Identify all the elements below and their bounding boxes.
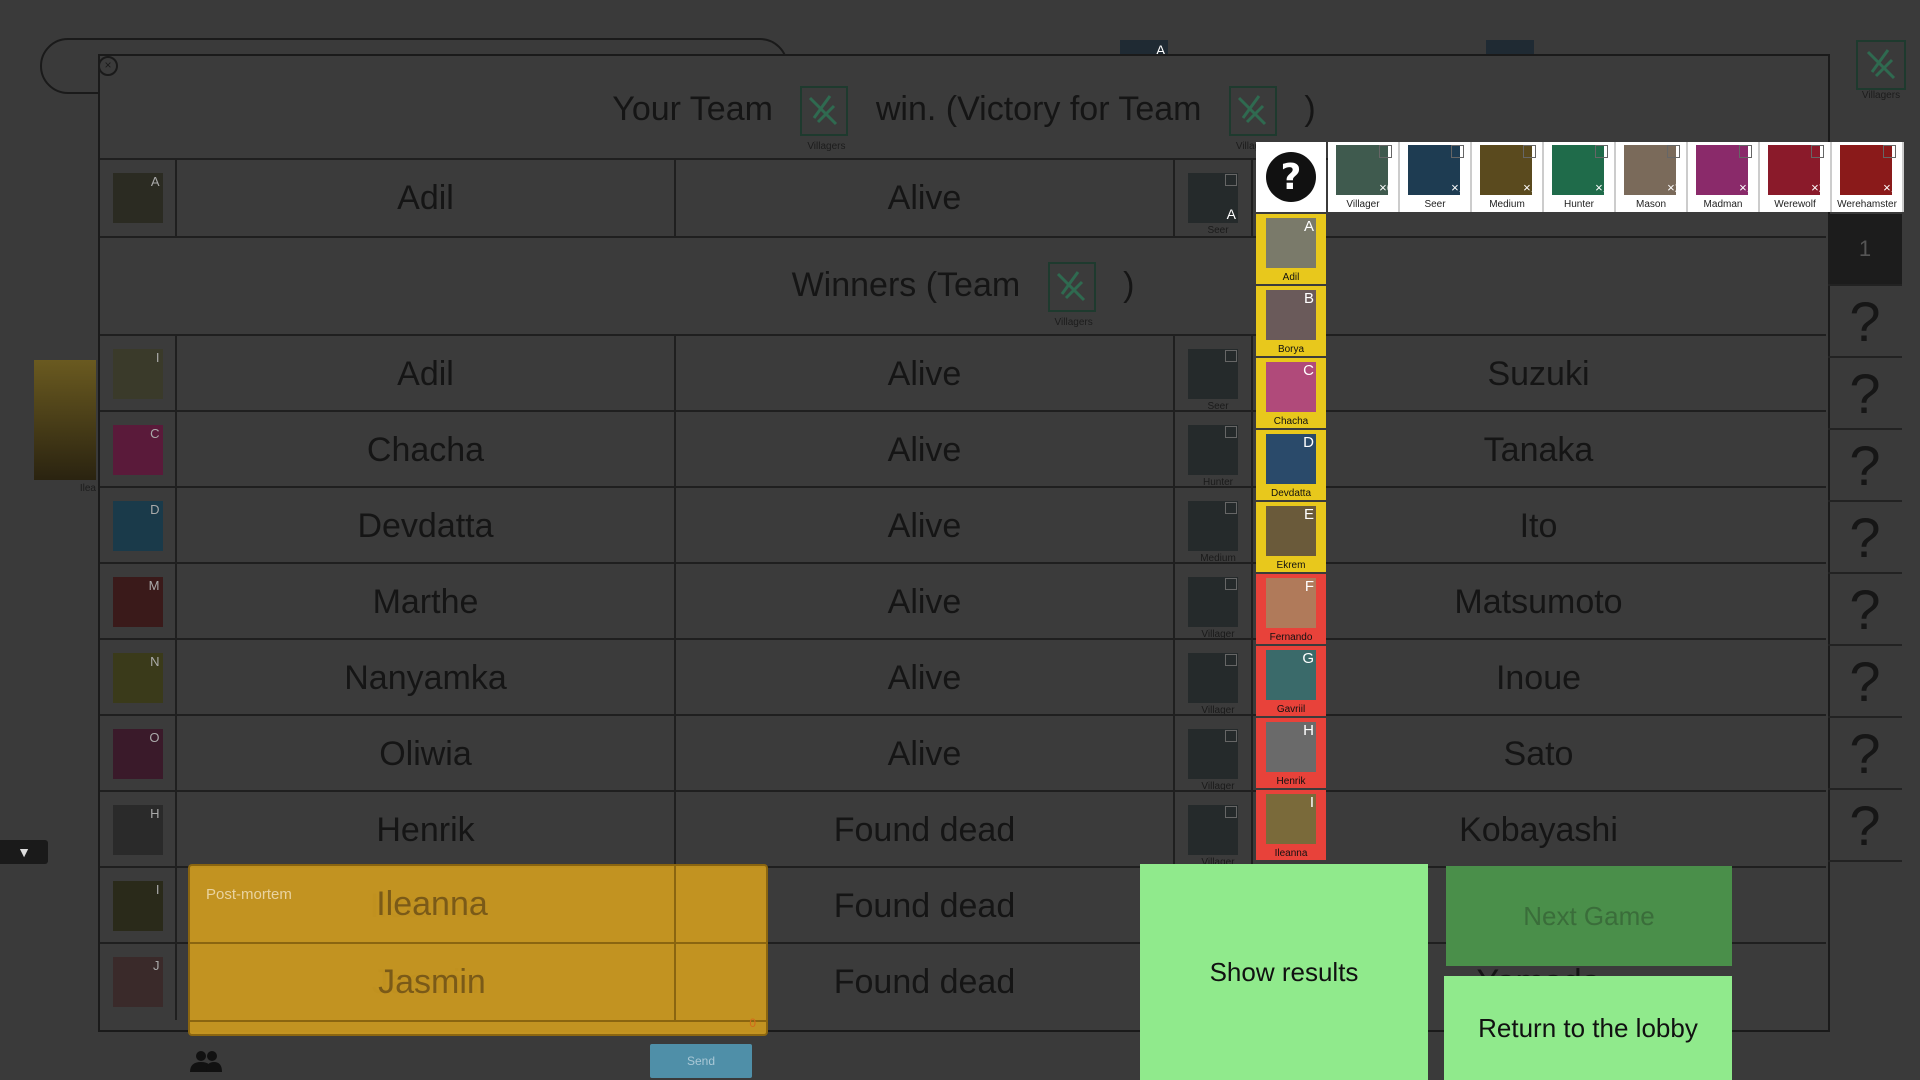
question-icon[interactable]: ? bbox=[1828, 574, 1902, 646]
avatar: D bbox=[112, 501, 163, 551]
avatar: N bbox=[112, 653, 163, 703]
postmortem-char-count: 0 bbox=[749, 1016, 756, 1030]
role-card-mason[interactable]: ×2 Mason bbox=[1616, 142, 1688, 212]
character-name: Ito bbox=[1519, 506, 1558, 545]
player-name: Chacha bbox=[177, 412, 676, 488]
character-name: Inoue bbox=[1495, 658, 1582, 697]
player-status: Alive bbox=[676, 564, 1175, 640]
role-icon: Villager bbox=[1188, 577, 1238, 640]
villagers-icon bbox=[1856, 40, 1906, 90]
player-name: Marthe bbox=[177, 564, 676, 640]
question-icon[interactable]: ? bbox=[1828, 358, 1902, 430]
role-icon: Villager bbox=[1188, 653, 1238, 716]
character-name: Matsumoto bbox=[1454, 582, 1623, 621]
winner-row: I Adil Alive Seer Suzuki bbox=[100, 334, 1826, 412]
close-icon[interactable]: × bbox=[98, 56, 118, 76]
unknown-role-card[interactable]: ? bbox=[1256, 142, 1326, 212]
avatar: J bbox=[112, 957, 163, 1007]
villagers-icon: Villagers bbox=[1228, 86, 1277, 152]
avatar: M bbox=[112, 577, 163, 627]
winner-row: H Henrik Found dead Villager Kobayashi bbox=[100, 790, 1826, 868]
role-icon: Medium bbox=[1188, 501, 1238, 564]
player-status: Found dead bbox=[676, 792, 1175, 868]
player-tile[interactable]: F Fernando bbox=[1256, 574, 1326, 644]
villagers-icon: Villagers bbox=[800, 86, 849, 152]
villagers-team-badge: Villagers bbox=[1856, 40, 1906, 101]
role-card-werehamster[interactable]: ×1 Werehamster bbox=[1832, 142, 1904, 212]
postmortem-row: Jasmin bbox=[190, 944, 766, 1022]
vote-count[interactable]: 1 bbox=[1828, 214, 1902, 286]
question-icon[interactable]: ? bbox=[1828, 502, 1902, 574]
next-game-button[interactable]: Next Game bbox=[1446, 866, 1732, 966]
player-name: Adil bbox=[177, 160, 676, 236]
player-status: Alive bbox=[676, 488, 1175, 564]
avatar: H bbox=[112, 805, 163, 855]
player-tile[interactable]: I Ileanna bbox=[1256, 790, 1326, 860]
role-card-seer[interactable]: ×1 Seer bbox=[1400, 142, 1472, 212]
people-icon[interactable] bbox=[190, 1050, 222, 1072]
avatar: A bbox=[112, 173, 163, 223]
winner-row: D Devdatta Alive Medium Ito bbox=[100, 486, 1826, 564]
question-icon: ? bbox=[1266, 152, 1316, 202]
role-card-medium[interactable]: ×1 Medium bbox=[1472, 142, 1544, 212]
question-icon[interactable]: ? bbox=[1828, 718, 1902, 790]
question-icon[interactable]: ? bbox=[1828, 646, 1902, 718]
character-name: Sato bbox=[1503, 734, 1574, 773]
return-to-lobby-button[interactable]: Return to the lobby bbox=[1444, 976, 1732, 1080]
avatar bbox=[1266, 794, 1316, 844]
side-player-portrait: Ilea bbox=[34, 360, 96, 494]
player-status: Alive bbox=[676, 412, 1175, 488]
player-tile[interactable]: D Devdatta bbox=[1256, 430, 1326, 500]
role-icon: Villager bbox=[1188, 805, 1238, 868]
avatar: I bbox=[112, 881, 163, 931]
question-icon[interactable]: ? bbox=[1828, 790, 1902, 862]
player-tile[interactable]: G Gavriil bbox=[1256, 646, 1326, 716]
role-card-hunter[interactable]: ×1 Hunter bbox=[1544, 142, 1616, 212]
winner-row: M Marthe Alive Villager Matsumoto bbox=[100, 562, 1826, 640]
postmortem-chat[interactable]: Ileanna Jasmin Post-mortem 0 bbox=[188, 864, 768, 1036]
winners-title: Winners (Team Villagers ) bbox=[100, 262, 1826, 328]
question-icon[interactable]: ? bbox=[1828, 430, 1902, 502]
player-status: Alive bbox=[676, 160, 1175, 236]
character-name: Tanaka bbox=[1483, 430, 1594, 469]
player-tile[interactable]: E Ekrem bbox=[1256, 502, 1326, 572]
player-tile[interactable]: C Chacha bbox=[1256, 358, 1326, 428]
villagers-icon: Villagers bbox=[1047, 262, 1096, 328]
question-icon[interactable]: ? bbox=[1828, 286, 1902, 358]
player-name: Oliwia bbox=[177, 716, 676, 792]
postmortem-row: Ileanna bbox=[190, 866, 766, 944]
player-status: Alive bbox=[676, 336, 1175, 412]
chevron-down-icon[interactable]: ▼ bbox=[0, 840, 48, 864]
player-tile[interactable]: H Henrik bbox=[1256, 718, 1326, 788]
winner-row: C Chacha Alive Hunter Tanaka bbox=[100, 410, 1826, 488]
send-button[interactable]: Send bbox=[650, 1044, 752, 1078]
postmortem-label: Post-mortem bbox=[206, 886, 292, 903]
role-card-werewolf[interactable]: ×2 Werewolf bbox=[1760, 142, 1832, 212]
player-tile[interactable]: A Adil bbox=[1256, 214, 1326, 284]
avatar: I bbox=[112, 349, 163, 399]
role-icon: Hunter bbox=[1188, 425, 1238, 488]
role-card-madman[interactable]: ×1 Madman bbox=[1688, 142, 1760, 212]
role-icon: Villager bbox=[1188, 729, 1238, 792]
character-name: Kobayashi bbox=[1459, 810, 1618, 849]
avatar: O bbox=[112, 729, 163, 779]
character-name: Suzuki bbox=[1487, 354, 1590, 393]
show-results-button[interactable]: Show results bbox=[1140, 864, 1428, 1080]
avatar: C bbox=[112, 425, 163, 475]
seer-icon: Seer A bbox=[1188, 173, 1238, 236]
player-name: Adil bbox=[177, 336, 676, 412]
role-card-villager[interactable]: ×6 Villager bbox=[1328, 142, 1400, 212]
player-name: Henrik bbox=[177, 792, 676, 868]
role-icon: Seer bbox=[1188, 349, 1238, 412]
player-name: Devdatta bbox=[177, 488, 676, 564]
player-status: Alive bbox=[676, 640, 1175, 716]
player-name: Nanyamka bbox=[177, 640, 676, 716]
victory-title: Your Team Villagers win. (Victory for Te… bbox=[100, 86, 1828, 152]
winner-row: O Oliwia Alive Villager Sato bbox=[100, 714, 1826, 792]
player-status: Alive bbox=[676, 716, 1175, 792]
winner-row: N Nanyamka Alive Villager Inoue bbox=[100, 638, 1826, 716]
winners-header-row: Winners (Team Villagers ) bbox=[100, 236, 1826, 334]
player-tile[interactable]: B Borya bbox=[1256, 286, 1326, 356]
